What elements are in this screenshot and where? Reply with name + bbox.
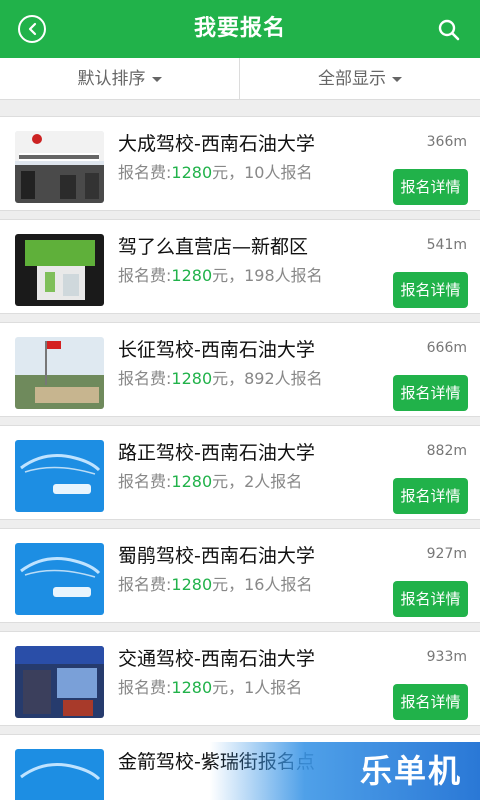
fee-label: 报名费:	[118, 369, 172, 388]
list-item[interactable]: 驾了么直营店—新都区 541m 报名费:1280元，198人报名 报名详情	[0, 219, 480, 314]
signup-count: 元，892人报名	[212, 369, 323, 388]
watermark-text: 乐单机	[359, 752, 462, 790]
school-name: 蜀鹃驾校-西南石油大学	[118, 545, 315, 567]
list-item[interactable]: 蜀鹃驾校-西南石油大学 927m 报名费:1280元，16人报名 报名详情	[0, 528, 480, 623]
list-item[interactable]: 大成驾校-西南石油大学 366m 报名费:1280元，10人报名 报名详情	[0, 116, 480, 211]
fee-label: 报名费:	[118, 575, 172, 594]
distance: 882m	[426, 443, 467, 459]
search-button[interactable]	[436, 17, 462, 43]
caret-down-icon	[392, 76, 402, 82]
school-thumbnail	[15, 543, 104, 615]
school-thumbnail	[15, 749, 104, 800]
fee-label: 报名费:	[118, 678, 172, 697]
watermark: 乐单机	[210, 742, 480, 800]
school-thumbnail	[15, 440, 104, 512]
distance: 541m	[426, 237, 467, 253]
fee-info: 报名费:1280元，16人报名	[118, 571, 313, 595]
price: 1280	[171, 678, 213, 697]
signup-details-button[interactable]: 报名详情	[393, 169, 468, 205]
distance: 366m	[426, 134, 467, 150]
school-thumbnail	[15, 131, 104, 203]
signup-count: 元，1人报名	[212, 678, 303, 697]
page-title: 我要报名	[193, 16, 286, 41]
signup-details-button[interactable]: 报名详情	[393, 581, 468, 617]
list-item[interactable]: 交通驾校-西南石油大学 933m 报名费:1280元，1人报名 报名详情	[0, 631, 480, 726]
school-thumbnail	[15, 337, 104, 409]
price: 1280	[171, 575, 213, 594]
fee-info: 报名费:1280元，2人报名	[118, 468, 302, 492]
caret-down-icon	[151, 76, 162, 82]
distance: 666m	[426, 340, 467, 356]
signup-count: 元，198人报名	[212, 266, 323, 285]
signup-count: 元，16人报名	[212, 575, 313, 594]
fee-info: 报名费:1280元，892人报名	[118, 365, 323, 389]
filter-bar: 默认排序 全部显示	[0, 58, 480, 100]
fee-info: 报名费:1280元，10人报名	[118, 159, 313, 183]
fee-label: 报名费:	[118, 266, 172, 285]
signup-details-button[interactable]: 报名详情	[393, 684, 468, 720]
price: 1280	[171, 163, 213, 182]
school-name: 长征驾校-西南石油大学	[118, 339, 315, 361]
search-icon	[438, 19, 460, 41]
list-item[interactable]: 路正驾校-西南石油大学 882m 报名费:1280元，2人报名 报名详情	[0, 425, 480, 520]
signup-details-button[interactable]: 报名详情	[393, 478, 468, 514]
fee-info: 报名费:1280元，1人报名	[118, 674, 302, 698]
fee-info: 报名费:1280元，198人报名	[118, 262, 323, 286]
distance: 933m	[426, 649, 467, 665]
display-dropdown[interactable]: 全部显示	[240, 58, 480, 100]
school-name: 交通驾校-西南石油大学	[118, 648, 315, 670]
top-bar: 我要报名	[0, 0, 480, 58]
signup-details-button[interactable]: 报名详情	[393, 375, 468, 411]
list-item[interactable]: 长征驾校-西南石油大学 666m 报名费:1280元，892人报名 报名详情	[0, 322, 480, 417]
price: 1280	[171, 472, 213, 491]
school-name: 大成驾校-西南石油大学	[118, 133, 315, 155]
signup-details-button[interactable]: 报名详情	[393, 272, 468, 308]
fee-label: 报名费:	[118, 472, 172, 491]
signup-count: 元，10人报名	[212, 163, 313, 182]
fee-label: 报名费:	[118, 163, 172, 182]
price: 1280	[171, 369, 213, 388]
price: 1280	[171, 266, 213, 285]
display-label: 全部显示	[318, 69, 386, 89]
school-name: 驾了么直营店—新都区	[118, 236, 309, 258]
signup-count: 元，2人报名	[212, 472, 303, 491]
school-name: 路正驾校-西南石油大学	[118, 442, 315, 464]
school-thumbnail	[15, 234, 104, 306]
school-thumbnail	[15, 646, 104, 718]
sort-label: 默认排序	[77, 69, 146, 89]
distance: 927m	[426, 546, 467, 562]
sort-dropdown[interactable]: 默认排序	[0, 58, 240, 100]
